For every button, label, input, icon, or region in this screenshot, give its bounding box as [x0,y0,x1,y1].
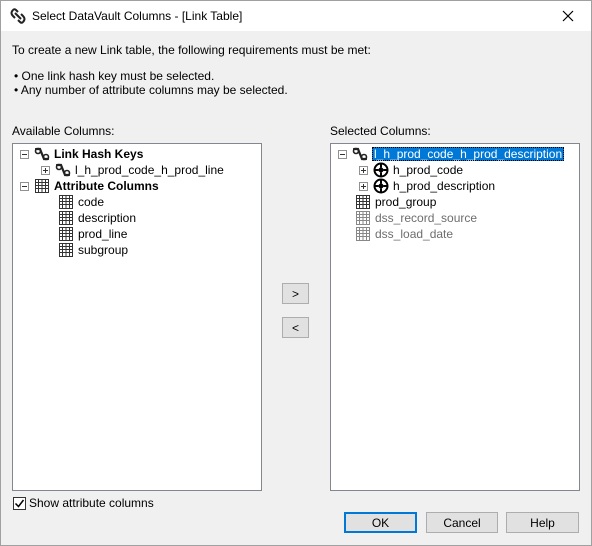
tree-node-label: l_h_prod_code_h_prod_description [372,147,565,161]
table-grid-icon [34,178,50,194]
tree-node-attribute[interactable]: code [58,194,104,210]
remove-column-button[interactable]: < [282,317,309,338]
show-attribute-columns-label[interactable]: Show attribute columns [29,496,154,510]
available-columns-tree[interactable]: Link Hash Keys l_h_prod_code_h_prod_line… [12,143,262,491]
dialog-window: Select DataVault Columns - [Link Table] … [0,0,592,546]
tree-node-attribute[interactable]: subgroup [58,242,128,258]
cancel-button[interactable]: Cancel [426,512,498,533]
add-column-button[interactable]: > [282,283,309,304]
available-columns-label: Available Columns: [12,124,115,138]
requirement-1: • One link hash key must be selected. [14,69,215,83]
show-attribute-columns-checkbox[interactable] [13,497,26,510]
collapse-icon[interactable] [20,149,29,159]
link-icon [55,162,71,178]
tree-node-label: Attribute Columns [54,179,159,193]
selected-columns-label: Selected Columns: [330,124,431,138]
expand-icon[interactable] [41,165,50,175]
tree-node-label: l_h_prod_code_h_prod_line [75,163,224,177]
tree-node-attribute[interactable]: description [58,210,136,226]
tree-node-hash-key[interactable]: l_h_prod_code_h_prod_line [41,162,224,178]
tree-node-column[interactable]: dss_record_source [355,210,477,226]
hub-icon [373,178,389,194]
tree-node-column[interactable]: prod_group [355,194,436,210]
table-grid-icon [58,242,74,258]
tree-node-label: Link Hash Keys [54,147,144,161]
tree-node-link-hash-keys[interactable]: Link Hash Keys [20,146,143,162]
tree-node-label: code [78,195,105,209]
tree-node-label: description [78,211,137,225]
table-grid-icon [58,194,74,210]
expand-icon[interactable] [359,165,368,175]
hub-icon [373,162,389,178]
ok-button[interactable]: OK [344,512,417,533]
tree-node-label: prod_group [375,195,437,209]
tree-node-label: h_prod_code [393,163,464,177]
tree-node-label: dss_load_date [375,227,454,241]
table-grid-icon [355,194,371,210]
link-icon [352,146,368,162]
expand-icon[interactable] [359,181,368,191]
intro-text: To create a new Link table, the followin… [12,43,371,57]
collapse-icon[interactable] [338,149,347,159]
table-grid-icon [355,226,371,242]
window-title: Select DataVault Columns - [Link Table] [32,9,243,23]
link-icon [10,8,26,24]
table-grid-icon [58,210,74,226]
link-icon [34,146,50,162]
tree-node-attribute-columns[interactable]: Attribute Columns [20,178,159,194]
checkmark-icon [14,499,25,508]
close-icon [562,10,574,22]
tree-node-hub[interactable]: h_prod_code [359,162,463,178]
help-button[interactable]: Help [506,512,579,533]
collapse-icon[interactable] [20,181,29,191]
tree-node-link-table[interactable]: l_h_prod_code_h_prod_description [338,146,565,162]
tree-node-label: h_prod_description [393,179,496,193]
table-grid-icon [355,210,371,226]
requirement-2: • Any number of attribute columns may be… [14,83,288,97]
tree-node-column[interactable]: dss_load_date [355,226,453,242]
tree-node-label: prod_line [78,227,128,241]
tree-node-attribute[interactable]: prod_line [58,226,127,242]
table-grid-icon [58,226,74,242]
tree-node-hub[interactable]: h_prod_description [359,178,495,194]
close-button[interactable] [545,1,591,31]
selected-columns-tree[interactable]: l_h_prod_code_h_prod_description h_prod_… [330,143,580,491]
tree-node-label: dss_record_source [375,211,478,225]
tree-node-label: subgroup [78,243,129,257]
title-bar[interactable]: Select DataVault Columns - [Link Table] [1,1,591,31]
